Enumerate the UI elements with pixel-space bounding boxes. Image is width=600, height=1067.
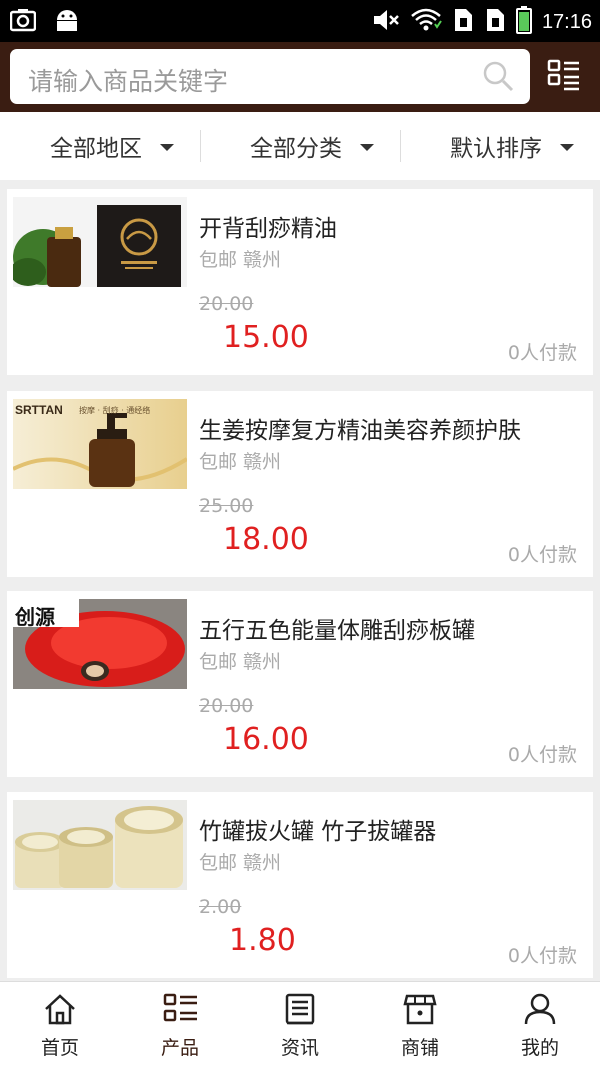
sim1-icon	[452, 7, 474, 37]
home-icon	[43, 992, 77, 1030]
product-image[interactable]: 创源	[13, 599, 187, 689]
nav-stores[interactable]: 商铺	[360, 982, 480, 1067]
bottom-nav: 首页 产品 资讯 商铺 我的	[0, 981, 600, 1067]
nav-home[interactable]: 首页	[0, 982, 120, 1067]
user-icon	[523, 992, 557, 1030]
product-price: 18.00	[223, 522, 309, 557]
srttan-tagline: 按摩 · 刮痧 · 通经络	[79, 406, 151, 415]
product-title[interactable]: 五行五色能量体雕刮痧板罐	[199, 611, 475, 645]
filter-sort[interactable]: 默认排序	[450, 112, 574, 180]
product-card[interactable]: 创源 五行五色能量体雕刮痧板罐 包邮 赣州 20.00 16.00 0人付款	[7, 591, 593, 777]
filter-sort-label: 默认排序	[450, 136, 542, 162]
original-price: 25.00	[199, 495, 254, 517]
original-price: 2.00	[199, 896, 242, 918]
product-meta: 包邮 赣州	[199, 651, 282, 673]
nav-profile-label: 我的	[520, 1037, 559, 1059]
status-time: 17:16	[541, 10, 592, 33]
nav-products-label: 产品	[160, 1037, 199, 1059]
srttan-brand: SRTTAN	[15, 403, 63, 417]
nav-news[interactable]: 资讯	[240, 982, 360, 1067]
android-icon	[54, 8, 80, 36]
filter-category[interactable]: 全部分类	[250, 112, 374, 180]
product-meta: 包邮 赣州	[199, 451, 282, 473]
nav-stores-label: 商铺	[400, 1037, 439, 1059]
product-card[interactable]: SRTTAN 按摩 · 刮痧 · 通经络 生姜按摩复方精油美容养颜护肤 包邮 赣…	[7, 391, 593, 577]
sold-count: 0人付款	[507, 945, 577, 967]
chuangyuan-brand: 创源	[15, 605, 55, 629]
product-title[interactable]: 生姜按摩复方精油美容养颜护肤	[199, 411, 521, 445]
product-price: 15.00	[223, 320, 309, 355]
nav-home-label: 首页	[40, 1037, 79, 1059]
sold-count: 0人付款	[507, 744, 577, 766]
product-title[interactable]: 开背刮痧精油	[199, 209, 337, 243]
store-icon	[403, 992, 437, 1030]
wifi-icon	[410, 8, 442, 36]
sold-count: 0人付款	[507, 342, 577, 364]
product-title[interactable]: 竹罐拔火罐 竹子拔罐器	[199, 812, 436, 846]
original-price: 20.00	[199, 293, 254, 315]
filter-region[interactable]: 全部地区	[50, 112, 174, 180]
list-icon	[163, 992, 199, 1030]
caret-down-icon	[360, 143, 374, 151]
search-icon[interactable]	[482, 60, 514, 96]
caret-down-icon	[560, 143, 574, 151]
product-image[interactable]	[13, 800, 187, 890]
header: 请输入商品关键字	[0, 42, 600, 112]
filter-bar: 全部地区 全部分类 默认排序	[0, 112, 600, 180]
screenshot-icon	[9, 8, 37, 36]
nav-products[interactable]: 产品	[120, 982, 240, 1067]
status-right: 17:16	[372, 6, 592, 38]
filter-category-label: 全部分类	[250, 136, 342, 162]
search-input[interactable]: 请输入商品关键字	[10, 49, 530, 104]
product-card[interactable]: 开背刮痧精油 包邮 赣州 20.00 15.00 0人付款	[7, 189, 593, 375]
product-image[interactable]	[13, 197, 187, 287]
mute-icon	[372, 8, 400, 36]
battery-icon	[515, 6, 532, 38]
news-icon	[283, 992, 317, 1030]
divider	[400, 130, 401, 162]
divider	[200, 130, 201, 162]
filter-region-label: 全部地区	[50, 136, 142, 162]
nav-profile[interactable]: 我的	[480, 982, 600, 1067]
original-price: 20.00	[199, 695, 254, 717]
product-image[interactable]: SRTTAN 按摩 · 刮痧 · 通经络	[13, 399, 187, 489]
product-price: 16.00	[223, 722, 309, 757]
caret-down-icon	[160, 143, 174, 151]
sim2-icon	[484, 7, 506, 37]
nav-news-label: 资讯	[280, 1037, 319, 1059]
status-left	[9, 8, 80, 36]
search-placeholder: 请输入商品关键字	[28, 67, 229, 96]
sold-count: 0人付款	[507, 544, 577, 566]
grid-list-icon[interactable]	[546, 58, 582, 98]
product-card[interactable]: 竹罐拔火罐 竹子拔罐器 包邮 赣州 2.00 1.80 0人付款	[7, 792, 593, 978]
product-meta: 包邮 赣州	[199, 249, 282, 271]
product-meta: 包邮 赣州	[199, 852, 282, 874]
status-bar: 17:16	[0, 0, 600, 42]
product-price: 1.80	[229, 923, 296, 958]
